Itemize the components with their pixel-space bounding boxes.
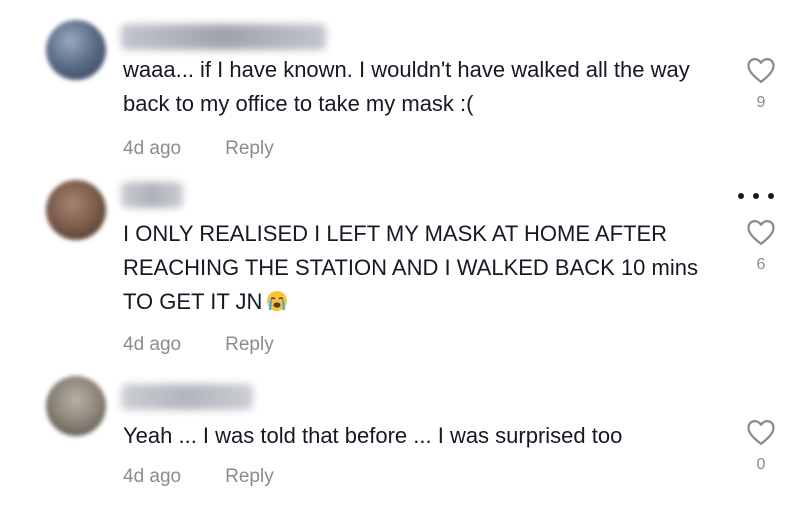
- like-count: 9: [756, 94, 766, 111]
- comment-text: Yeah ... I was told that before ... I wa…: [123, 423, 623, 448]
- avatar[interactable]: [46, 376, 106, 436]
- like-button[interactable]: 0: [743, 418, 779, 474]
- like-count: 0: [756, 456, 766, 473]
- loudly-crying-face-icon: [267, 291, 288, 311]
- like-button[interactable]: 6: [743, 218, 779, 274]
- username[interactable]: [121, 24, 326, 50]
- comment-meta: 4d ago Reply: [123, 138, 274, 160]
- heart-outline-icon[interactable]: [746, 218, 776, 246]
- comment-time: 4d ago: [123, 138, 182, 159]
- heart-outline-icon[interactable]: [746, 56, 776, 84]
- heart-outline-icon[interactable]: [746, 418, 776, 446]
- reply-button[interactable]: Reply: [225, 334, 274, 356]
- comment-meta: 4d ago Reply: [123, 466, 274, 488]
- avatar[interactable]: [46, 20, 106, 80]
- comment-time: 4d ago: [123, 466, 182, 487]
- reply-button[interactable]: Reply: [225, 466, 274, 488]
- comment-text: waaa... if I have known. I wouldn't have…: [123, 57, 696, 116]
- comment-text: I ONLY REALISED I LEFT MY MASK AT HOME A…: [123, 217, 713, 319]
- comment-time: 4d ago: [123, 334, 182, 355]
- username[interactable]: [121, 384, 253, 410]
- more-options-icon[interactable]: [738, 188, 774, 204]
- comment-text-body: I ONLY REALISED I LEFT MY MASK AT HOME A…: [123, 221, 704, 314]
- like-count: 6: [756, 256, 766, 273]
- comment-meta: 4d ago Reply: [123, 334, 274, 356]
- comment-list: waaa... if I have known. I wouldn't have…: [0, 0, 800, 511]
- avatar[interactable]: [46, 180, 106, 240]
- like-button[interactable]: 9: [743, 56, 779, 112]
- username[interactable]: [121, 182, 183, 208]
- reply-button[interactable]: Reply: [225, 138, 274, 160]
